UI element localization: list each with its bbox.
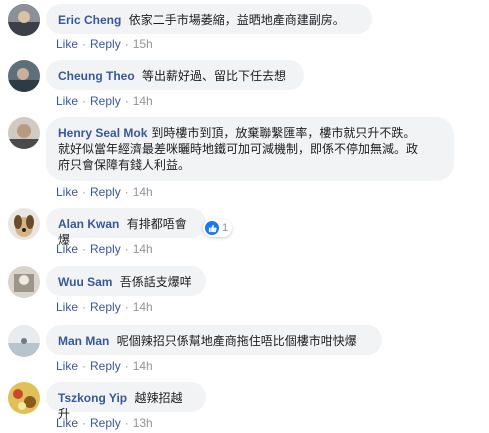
separator: ·	[82, 242, 87, 256]
reaction-count-badge[interactable]: 1	[203, 219, 233, 237]
avatar-image	[8, 325, 40, 357]
reply-link[interactable]: Reply	[90, 416, 121, 430]
comment-timestamp[interactable]: 14h	[133, 185, 153, 199]
comment-timestamp[interactable]: 14h	[133, 94, 153, 108]
separator: ·	[82, 300, 87, 314]
avatar[interactable]	[8, 382, 40, 414]
comment-text: 等出薪好過、留比下任去想	[142, 69, 287, 83]
like-reaction-icon	[205, 221, 219, 235]
reply-link[interactable]: Reply	[90, 242, 121, 256]
separator: ·	[124, 242, 129, 256]
like-link[interactable]: Like	[56, 185, 78, 199]
reply-link[interactable]: Reply	[90, 94, 121, 108]
like-link[interactable]: Like	[56, 416, 78, 430]
like-link[interactable]: Like	[56, 300, 78, 314]
comment-timestamp[interactable]: 14h	[133, 242, 153, 256]
reaction-count: 1	[222, 222, 229, 234]
reply-link[interactable]: Reply	[90, 359, 121, 373]
comment-text-line: 到時樓市到頂，放棄聯繫匯率，樓市就只升不跌。	[151, 126, 416, 140]
comment-timestamp[interactable]: 14h	[133, 300, 153, 314]
reply-link[interactable]: Reply	[90, 185, 121, 199]
separator: ·	[124, 359, 129, 373]
comment-author[interactable]: Henry Seal Mok	[58, 126, 147, 140]
avatar[interactable]	[8, 117, 40, 149]
reply-link[interactable]: Reply	[90, 300, 121, 314]
like-link[interactable]: Like	[56, 359, 78, 373]
avatar-image	[8, 266, 40, 298]
comment-timestamp[interactable]: 15h	[133, 37, 153, 51]
separator: ·	[124, 37, 129, 51]
separator: ·	[124, 300, 129, 314]
comment-author[interactable]: Wuu Sam	[58, 275, 112, 289]
separator: ·	[124, 94, 129, 108]
comment-text-line: 就好似當年經濟最差咪曬時地鐵可加可減機制，即係不停加無減。政	[58, 142, 419, 156]
avatar-image	[8, 117, 40, 149]
comment-timestamp[interactable]: 13h	[133, 416, 153, 430]
avatar-image	[8, 382, 40, 414]
avatar[interactable]	[8, 60, 40, 92]
comment-author[interactable]: Man Man	[58, 334, 109, 348]
comment-bubble: Eric Cheng 依家二手市場萎縮，益晒地產商建副房。	[46, 4, 372, 34]
separator: ·	[82, 416, 87, 430]
comment-timestamp[interactable]: 14h	[133, 359, 153, 373]
comment-bubble: Wuu Sam 吾係話支爆咩	[46, 266, 206, 296]
separator: ·	[124, 416, 129, 430]
comment-text-line: 府只會保障有錢人利益。	[58, 158, 191, 172]
comment-bubble: Alan Kwan 有排都唔會爆	[46, 208, 206, 247]
avatar[interactable]	[8, 4, 40, 36]
comment-actions: Like · Reply · 14h	[56, 300, 153, 314]
like-link[interactable]: Like	[56, 242, 78, 256]
comment-actions: Like · Reply · 14h	[56, 185, 153, 199]
comment-actions: Like · Reply · 14h	[56, 94, 153, 108]
comment-bubble: Cheung Theo 等出薪好過、留比下任去想	[46, 60, 304, 90]
comment-author[interactable]: Cheung Theo	[58, 69, 135, 83]
comment-actions: Like · Reply · 15h	[56, 37, 153, 51]
like-link[interactable]: Like	[56, 37, 78, 51]
comment-text: 吾係話支爆咩	[119, 275, 192, 289]
avatar-image	[8, 208, 40, 240]
avatar[interactable]	[8, 325, 40, 357]
comment-actions: Like · Reply · 13h	[56, 416, 153, 430]
comment-bubble: Tszkong Yip 越辣招越升	[46, 382, 206, 421]
comment-actions: Like · Reply · 14h	[56, 359, 153, 373]
separator: ·	[124, 185, 129, 199]
avatar[interactable]	[8, 266, 40, 298]
separator: ·	[82, 94, 87, 108]
comment-author[interactable]: Eric Cheng	[58, 13, 121, 27]
separator: ·	[82, 359, 87, 373]
reply-link[interactable]: Reply	[90, 37, 121, 51]
comment-text: 呢個辣招只係幫地產商拖住唔比個樓市咁快爆	[116, 334, 357, 348]
comment-bubble: Man Man 呢個辣招只係幫地產商拖住唔比個樓市咁快爆	[46, 325, 382, 355]
like-link[interactable]: Like	[56, 94, 78, 108]
comment-author[interactable]: Tszkong Yip	[58, 391, 127, 405]
comment-text: 依家二手市場萎縮，益晒地產商建副房。	[128, 13, 345, 27]
avatar-image	[8, 4, 40, 36]
separator: ·	[82, 37, 87, 51]
comment-bubble: Henry Seal Mok 到時樓市到頂，放棄聯繫匯率，樓市就只升不跌。 就好似…	[46, 117, 454, 181]
comment-author[interactable]: Alan Kwan	[58, 217, 119, 231]
avatar-image	[8, 60, 40, 92]
comment-actions: Like · Reply · 14h	[56, 242, 153, 256]
avatar[interactable]	[8, 208, 40, 240]
separator: ·	[82, 185, 87, 199]
